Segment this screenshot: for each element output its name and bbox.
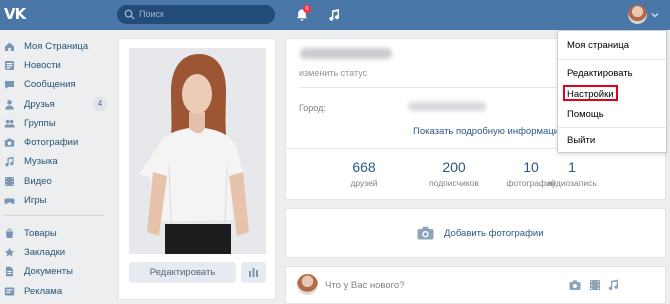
nav-item-music[interactable]: Музыка bbox=[0, 153, 110, 170]
nav-item-groups[interactable]: Группы bbox=[0, 115, 110, 132]
vk-logo[interactable]: VK bbox=[4, 5, 30, 23]
home-icon bbox=[5, 42, 14, 51]
profile-photo[interactable] bbox=[129, 48, 266, 254]
menu-item-my-page[interactable]: Моя страница bbox=[558, 37, 666, 55]
search-icon bbox=[124, 9, 135, 20]
music-icon bbox=[5, 156, 14, 167]
post-author-avatar bbox=[297, 274, 318, 295]
nav-label: Фотографии bbox=[24, 137, 79, 148]
new-post-input[interactable]: Что у Вас нового? bbox=[325, 280, 404, 291]
profile-photo-card: Редактировать bbox=[118, 38, 276, 300]
show-more-link[interactable]: Показать подробную информацию bbox=[413, 126, 566, 137]
chevron-down-icon[interactable] bbox=[651, 12, 659, 18]
nav-item-video[interactable]: Видео bbox=[0, 173, 110, 190]
nav-label: Видео bbox=[24, 176, 52, 187]
nav-label: Новости bbox=[24, 60, 61, 71]
menu-item-label: Помощь bbox=[567, 109, 604, 120]
camera-icon bbox=[4, 138, 15, 147]
status-placeholder[interactable]: изменить статус bbox=[299, 68, 367, 78]
nav-label: Сообщения bbox=[24, 79, 76, 90]
video-icon bbox=[5, 177, 14, 186]
stats-button[interactable] bbox=[241, 262, 266, 283]
nav-item-photos[interactable]: Фотографии bbox=[0, 134, 110, 151]
friends-count-badge: 4 bbox=[94, 97, 106, 111]
video-icon[interactable] bbox=[589, 279, 601, 291]
nav-item-games[interactable]: Игры bbox=[0, 192, 110, 209]
nav-label: Музыка bbox=[24, 156, 58, 167]
add-photos-card[interactable]: Добавить фотографии bbox=[285, 208, 666, 258]
notifications-badge: 6 bbox=[303, 5, 311, 13]
nav-label: Товары bbox=[24, 228, 57, 239]
groups-icon bbox=[4, 119, 15, 128]
nav-label: Документы bbox=[24, 266, 73, 277]
nav-label: Моя Страница bbox=[24, 41, 89, 52]
nav-item-goods[interactable]: Товары bbox=[0, 225, 110, 242]
nav-item-messages[interactable]: Сообщения bbox=[0, 76, 110, 93]
bar-chart-icon bbox=[249, 268, 258, 277]
documents-icon bbox=[6, 266, 13, 277]
nav-item-documents[interactable]: Документы bbox=[0, 263, 110, 280]
profile-photo-image bbox=[129, 48, 266, 254]
counter-value: 200 bbox=[442, 159, 466, 175]
goods-icon bbox=[6, 228, 13, 238]
counter-followers[interactable]: 200 подписчиков bbox=[414, 159, 494, 188]
camera-icon bbox=[417, 226, 434, 240]
messages-icon bbox=[5, 81, 14, 89]
counter-value: 668 bbox=[352, 159, 376, 175]
news-icon bbox=[5, 61, 14, 70]
bookmarks-icon bbox=[4, 247, 15, 257]
menu-divider bbox=[558, 127, 666, 128]
music-icon[interactable] bbox=[327, 8, 341, 22]
music-icon[interactable] bbox=[607, 279, 619, 291]
friends-icon bbox=[5, 100, 14, 110]
nav-item-friends[interactable]: Друзья 4 bbox=[0, 96, 110, 113]
ads-icon bbox=[4, 287, 15, 296]
nav-label: Реклама bbox=[24, 286, 63, 297]
camera-icon[interactable] bbox=[569, 279, 581, 291]
menu-item-label: Выйти bbox=[567, 135, 596, 146]
menu-item-help[interactable]: Помощь bbox=[558, 106, 666, 124]
counter-friends[interactable]: 668 друзей bbox=[324, 159, 404, 188]
nav-label: Закладки bbox=[24, 247, 66, 258]
nav-item-bookmarks[interactable]: Закладки bbox=[0, 244, 110, 261]
menu-item-edit[interactable]: Редактировать bbox=[558, 65, 666, 83]
settings-highlight-frame bbox=[563, 85, 618, 101]
menu-item-logout[interactable]: Выйти bbox=[558, 132, 666, 150]
nav-item-ads[interactable]: Реклама bbox=[0, 283, 110, 300]
search-placeholder: Поиск bbox=[139, 9, 164, 19]
top-header-bar: VK Поиск 6 bbox=[0, 0, 670, 30]
counter-value: 1 bbox=[568, 159, 576, 175]
city-label: Город: bbox=[299, 103, 326, 113]
counter-label: друзей bbox=[350, 178, 378, 188]
counter-audio[interactable]: 1 аудиозапись bbox=[532, 159, 612, 188]
city-value-redacted[interactable] bbox=[408, 102, 486, 111]
profile-dropdown-menu: Моя страница Редактировать Настройки Пом… bbox=[557, 30, 667, 153]
menu-divider bbox=[558, 59, 666, 60]
menu-item-label: Редактировать bbox=[567, 68, 633, 79]
nav-label: Группы bbox=[24, 118, 56, 129]
counter-label: подписчиков bbox=[429, 178, 479, 188]
nav-label: Друзья bbox=[24, 99, 55, 110]
nav-label: Игры bbox=[24, 195, 47, 206]
nav-divider bbox=[4, 215, 104, 216]
nav-item-news[interactable]: Новости bbox=[0, 57, 110, 74]
new-post-card: Что у Вас нового? bbox=[285, 266, 666, 304]
nav-item-my-page[interactable]: Моя Страница bbox=[0, 38, 110, 55]
menu-item-label: Моя страница bbox=[567, 40, 630, 51]
games-icon bbox=[4, 198, 15, 205]
profile-name-redacted bbox=[300, 48, 392, 59]
search-input[interactable]: Поиск bbox=[117, 5, 275, 24]
counter-label: аудиозапись bbox=[547, 178, 597, 188]
add-photos-label: Добавить фотографии bbox=[444, 228, 544, 239]
profile-counters: 668 друзей 200 подписчиков 10 фотографий… bbox=[286, 159, 667, 195]
edit-profile-button[interactable]: Редактировать bbox=[129, 262, 236, 283]
user-avatar[interactable] bbox=[628, 5, 647, 24]
